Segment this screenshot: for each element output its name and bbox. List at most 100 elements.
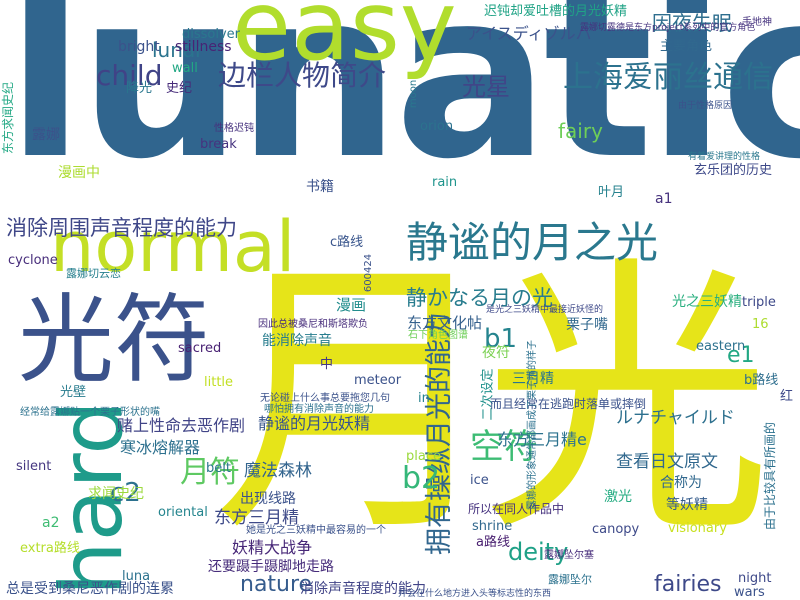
cloud-word: fairies — [654, 572, 722, 597]
cloud-word: 有着爱讲理的性格 — [688, 152, 761, 162]
cloud-word: 无论碰上什么事总要拖您几句 — [260, 393, 390, 404]
cloud-word: 寒冰熔解器 — [120, 438, 201, 457]
cloud-word: 红 — [780, 389, 794, 404]
cloud-word: 史纪 — [166, 81, 193, 96]
cloud-word: 出现线路 — [240, 491, 296, 507]
cloud-word: 主要角色 — [660, 39, 713, 54]
cloud-word: 等妖精 — [666, 497, 708, 513]
cloud-word: luna — [122, 569, 151, 584]
cloud-word: 拥有操纵月光的能力 — [424, 312, 455, 555]
cloud-word: 赌上性命去恶作剧 — [117, 416, 246, 435]
cloud-word: cyclone — [8, 253, 58, 268]
cloud-word: 光壁 — [60, 385, 87, 400]
cloud-word: meteor — [354, 373, 402, 388]
cloud-word: canopy — [592, 522, 640, 537]
cloud-word: 妖精大战争 — [232, 538, 313, 557]
cloud-word: 所以在同人作品中 — [468, 502, 565, 516]
cloud-word: 边栏人物简介 — [218, 59, 387, 92]
cloud-word: visionary — [668, 521, 727, 536]
cloud-word: 静谧的月之光 — [406, 218, 659, 267]
cloud-word: 魔法森林 — [244, 461, 312, 481]
cloud-word: ice — [470, 473, 489, 488]
cloud-word: 激光 — [604, 489, 632, 505]
cloud-word: 光星 — [462, 73, 510, 101]
cloud-word: stillness — [175, 39, 232, 55]
cloud-word: 叶月 — [598, 185, 625, 200]
cloud-word: 由于比较具有所画的 — [763, 421, 778, 531]
cloud-word: 合称为 — [660, 475, 702, 491]
cloud-word: 二次设定 — [480, 368, 496, 421]
cloud-word: 是光之三妖精中最接近妖怪的 — [486, 305, 604, 315]
cloud-word: 求闻史纪 — [88, 486, 144, 502]
cloud-word: a1 — [655, 191, 673, 207]
cloud-word: 东方三月精e — [497, 430, 587, 449]
cloud-word: wall — [172, 61, 198, 76]
cloud-word: dissolver — [182, 27, 241, 42]
cloud-word: fairy — [558, 119, 603, 143]
cloud-word: 石下角色图谱 — [408, 330, 468, 341]
cloud-word: 露娜的形象通常都画成了栗子嘴的样子 — [527, 340, 538, 510]
cloud-word: moon — [408, 79, 420, 109]
cloud-word: アイスディゾルバ — [466, 24, 592, 43]
cloud-word: c路线 — [330, 235, 364, 250]
cloud-word: rain — [432, 175, 458, 190]
cloud-word: 600424 — [363, 253, 375, 293]
cloud-word: 漫画 — [336, 296, 367, 314]
cloud-word: b2 — [402, 461, 441, 496]
cloud-word: triple — [742, 295, 776, 310]
cloud-word: little — [204, 375, 234, 390]
cloud-word: extra路线 — [20, 541, 80, 556]
cloud-word: a路线 — [476, 535, 510, 550]
cloud-word: 中 — [320, 357, 334, 372]
cloud-word: silent — [16, 459, 52, 474]
cloud-word: place — [406, 449, 441, 464]
cloud-word: 栗子嘴 — [566, 317, 608, 333]
cloud-word: 16 — [752, 317, 769, 332]
cloud-word: 查看日文原文 — [616, 452, 718, 472]
cloud-word: 书籍 — [306, 179, 334, 195]
cloud-word: eastern — [696, 339, 746, 354]
cloud-word: 露娜坠尔塞 — [544, 550, 594, 561]
cloud-word: ルナチャイルド — [616, 408, 735, 428]
cloud-word: 手地神 — [742, 17, 772, 28]
cloud-word: 她是光之三妖精中最容易的一个 — [246, 525, 386, 536]
cloud-word: 漫画中 — [58, 165, 100, 181]
cloud-word: wars — [734, 585, 765, 600]
cloud-word: 由于性格原因 — [678, 101, 733, 111]
cloud-word: orion — [420, 119, 454, 134]
cloud-word: oriental — [158, 505, 208, 520]
cloud-word: 露娜切云恋 — [66, 267, 121, 280]
cloud-word: 并会在什么地方进入头等标志性的东西 — [398, 589, 552, 599]
cloud-word: 露娜坠尔 — [548, 573, 592, 586]
cloud-word: 能消除声音 — [262, 333, 332, 349]
word-cloud: lunatic 月光 easy hard normal 光符 静谧的月之光 拥有… — [0, 0, 800, 600]
cloud-word: 降光 — [126, 81, 153, 96]
cloud-word: 经常给露娜贴一个栗子形状的嘴 — [20, 407, 160, 418]
cloud-word: 静谧的月光妖精 — [258, 414, 371, 433]
cloud-word: bright — [118, 39, 160, 55]
cloud-word: sacred — [178, 341, 222, 356]
cloud-word: 还要蹑手蹑脚地走路 — [208, 559, 334, 575]
cloud-word: in — [418, 391, 430, 406]
cloud-word: 玄乐团的历史 — [694, 163, 773, 178]
cloud-word: 东方文化帖 — [407, 314, 483, 332]
cloud-word: 性格迟钝 — [214, 123, 254, 134]
cloud-word: 东方求闻史纪 — [1, 81, 16, 155]
cloud-word: shrine — [472, 519, 513, 534]
cloud-word: belt — [206, 461, 231, 476]
cloud-word: 上海爱丽丝通信 — [563, 60, 773, 95]
cloud-word: 光之三妖精 — [672, 294, 742, 310]
cloud-word: 消除周围声音程度的能力 — [6, 216, 237, 240]
cloud-word: 哪怕拥有消除声音的能力 — [264, 404, 374, 415]
cloud-word: 迟钝却爱吐槽的月光妖精 — [484, 4, 628, 19]
cloud-word: 光符 — [18, 284, 210, 396]
cloud-word: 因此总被桑尼和斯塔欺负 — [258, 319, 368, 330]
cloud-word: break — [200, 137, 237, 152]
cloud-word: a2 — [42, 515, 60, 531]
cloud-word: 总是受到桑尼恶作剧的连累 — [6, 581, 174, 597]
cloud-word: 而且经常在逃跑时落单或摔倒 — [490, 397, 647, 411]
cloud-word: night — [738, 571, 772, 586]
cloud-word: b路线 — [744, 373, 779, 388]
cloud-word: 露娜切露德是东方project系列中的官方角色 — [580, 23, 756, 33]
cloud-word: 露娜 — [32, 127, 60, 143]
